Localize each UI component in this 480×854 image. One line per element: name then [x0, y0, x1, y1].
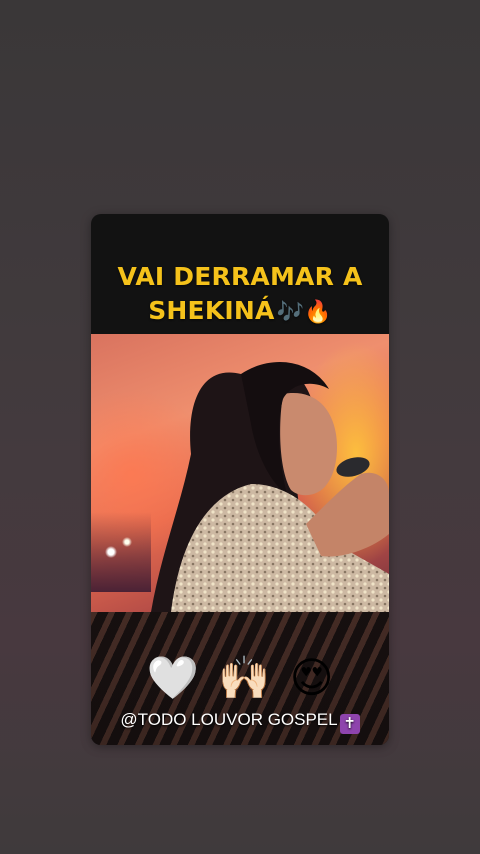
cross-icon: ✝ — [339, 714, 360, 734]
caption-line-1: VAI DERRAMAR A — [117, 262, 363, 291]
singer-photo — [91, 334, 389, 612]
white-heart-emoji: 🤍 — [146, 653, 199, 702]
heart-eyes-emoji: 😍 — [289, 653, 334, 702]
singer-figure — [151, 362, 389, 612]
story-caption: VAI DERRAMAR A SHEKINÁ🎶🔥 — [91, 260, 389, 330]
reaction-emojis: 🤍 🙌🏻 😍 — [91, 652, 389, 704]
caption-line-2: SHEKINÁ🎶🔥 — [91, 294, 389, 330]
music-fire-emoji: 🎶🔥 — [276, 300, 332, 325]
story-card: VAI DERRAMAR A SHEKINÁ🎶🔥 🤍 🙌🏻 😍 @TODO LO… — [91, 214, 389, 745]
caption-word: SHEKINÁ — [148, 296, 275, 325]
account-handle: @TODO LOUVOR GOSPEL ✝ — [91, 708, 389, 734]
raised-hands-emoji: 🙌🏻 — [218, 653, 271, 702]
handle-text: @TODO LOUVOR GOSPEL — [120, 710, 338, 729]
